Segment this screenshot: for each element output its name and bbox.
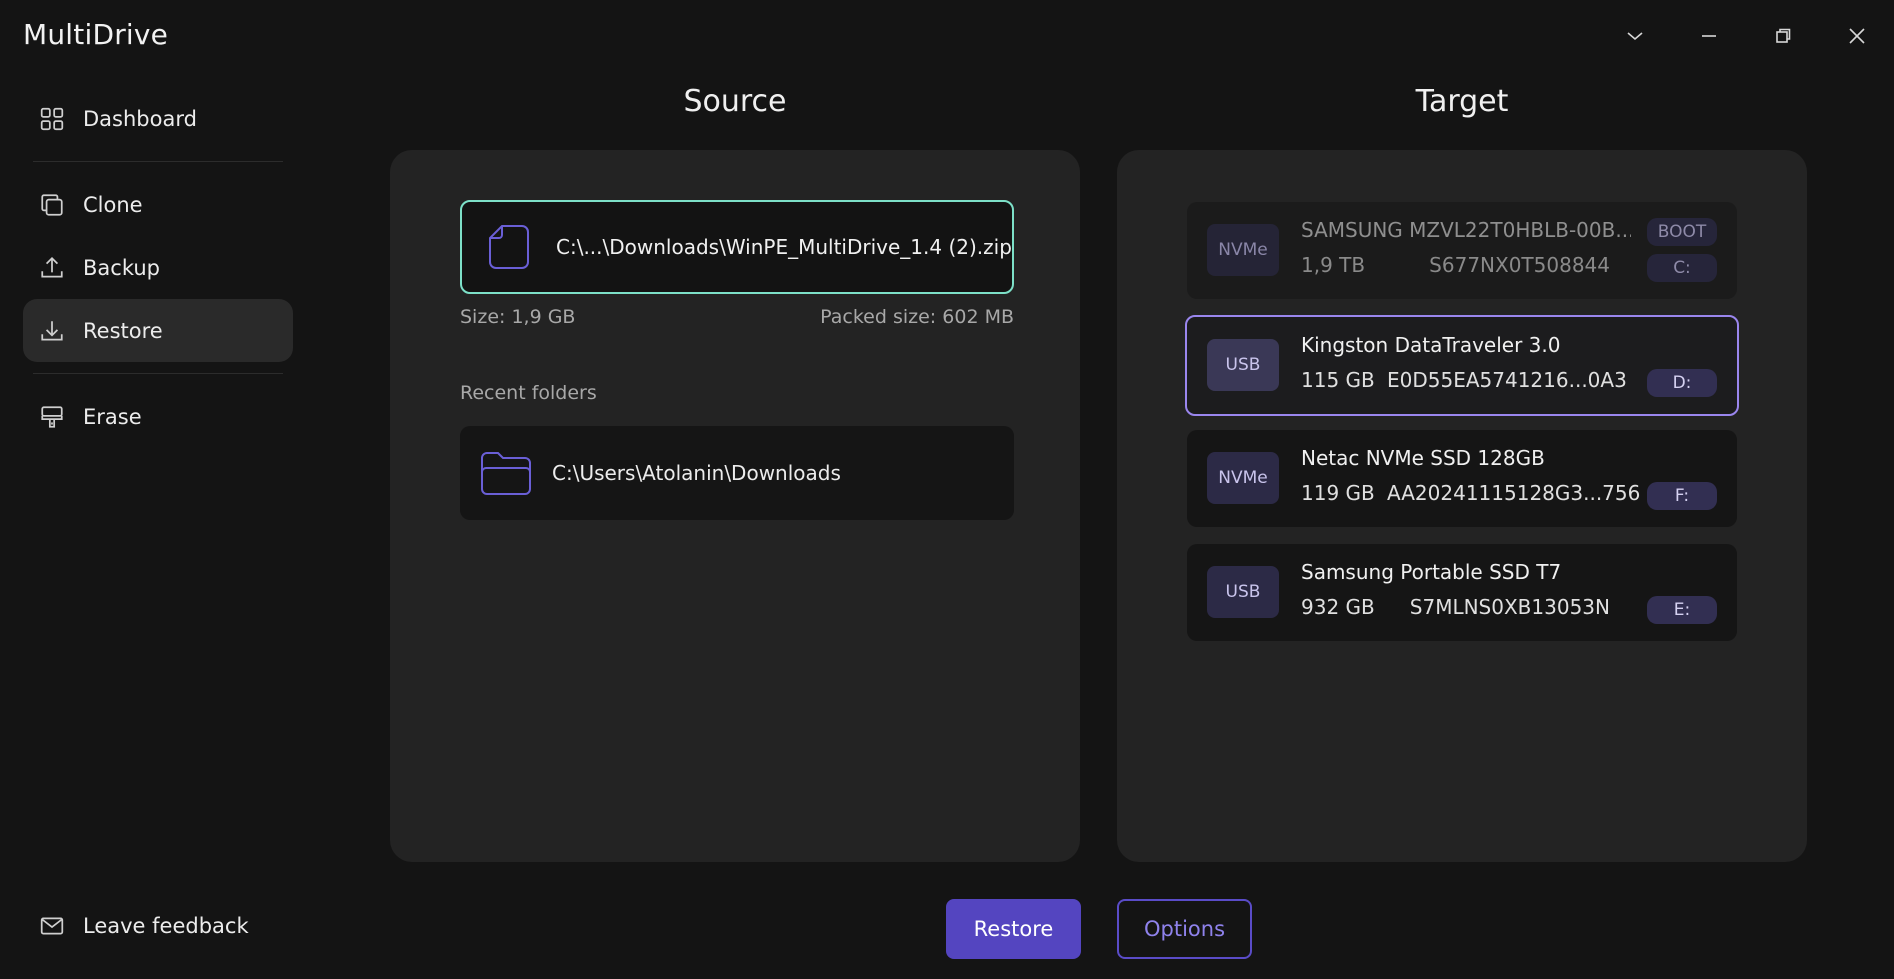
drive-capacity: 1,9 TB [1301, 253, 1366, 277]
options-button[interactable]: Options [1117, 899, 1252, 959]
sidebar-item-label: Backup [83, 255, 160, 280]
drive-type-badge: NVMe [1207, 452, 1279, 504]
sidebar-item-clone[interactable]: Clone [23, 173, 293, 236]
drive-capacity: 115 GB [1301, 368, 1375, 392]
divider [33, 373, 283, 374]
recent-folder-item[interactable]: C:\Users\Atolanin\Downloads [460, 426, 1014, 520]
minimize-button[interactable] [1672, 14, 1746, 58]
sidebar-item-label: Erase [83, 404, 142, 429]
size-label: Size: [460, 306, 506, 328]
source-file-path: C:\...\Downloads\WinPE_MultiDrive_1.4 (2… [556, 235, 1012, 259]
sidebar-item-label: Restore [83, 318, 163, 343]
drive-letter-badge: C: [1647, 254, 1717, 282]
drive-serial: E0D55EA5741216...0A3 [1387, 368, 1627, 392]
recent-folders-label: Recent folders [460, 382, 597, 404]
drive-type-badge: USB [1207, 566, 1279, 618]
app-title: MultiDrive [23, 18, 169, 51]
drive-item-samsung-t7-usb[interactable]: USB Samsung Portable SSD T7 932 GB S7MLN… [1187, 544, 1737, 641]
restore-window-icon [1776, 28, 1791, 43]
leave-feedback-button[interactable]: Leave feedback [23, 896, 293, 956]
drive-type-badge: NVMe [1207, 224, 1279, 276]
restore-button[interactable]: Restore [946, 899, 1081, 959]
drive-item-netac-nvme[interactable]: NVMe Netac NVMe SSD 128GB 119 GB AA20241… [1187, 430, 1737, 527]
source-panel: C:\...\Downloads\WinPE_MultiDrive_1.4 (2… [390, 150, 1080, 862]
drive-letter-badge: F: [1647, 482, 1717, 510]
source-file-selector[interactable]: C:\...\Downloads\WinPE_MultiDrive_1.4 (2… [460, 200, 1014, 294]
size-info-right: Packed size: 602 MB [820, 306, 1014, 328]
recent-folder-path: C:\Users\Atolanin\Downloads [552, 461, 841, 485]
drive-type-badge: USB [1207, 339, 1279, 391]
size-info: Size: 1,9 GB Packed size: 602 MB [460, 306, 1014, 328]
packed-size-label: Packed size: [820, 306, 937, 328]
sidebar-item-restore[interactable]: Restore [23, 299, 293, 362]
sidebar: Dashboard Clone Backup Restore Erase [23, 87, 293, 448]
size-value: 1,9 GB [511, 306, 576, 328]
drive-item-samsung-nvme[interactable]: NVMe SAMSUNG MZVL22T0HBLB-00B... 1,9 TB … [1187, 202, 1737, 299]
divider [33, 161, 283, 162]
drive-name: SAMSUNG MZVL22T0HBLB-00B... [1301, 218, 1631, 242]
dashboard-icon [40, 107, 64, 130]
drive-serial: S677NX0T508844 [1429, 253, 1610, 277]
download-icon [41, 320, 63, 341]
dropdown-button[interactable] [1598, 14, 1672, 58]
source-title: Source [683, 84, 787, 119]
drive-item-kingston-usb[interactable]: USB Kingston DataTraveler 3.0 115 GB E0D… [1185, 315, 1739, 416]
drive-capacity: 932 GB [1301, 595, 1375, 619]
drive-name: Kingston DataTraveler 3.0 [1301, 333, 1561, 357]
feedback-label: Leave feedback [83, 914, 249, 938]
chevron-down-icon [1627, 32, 1643, 41]
sidebar-item-erase[interactable]: Erase [23, 385, 293, 448]
sidebar-item-backup[interactable]: Backup [23, 236, 293, 299]
drive-name: Samsung Portable SSD T7 [1301, 560, 1562, 584]
size-info-left: Size: 1,9 GB [460, 306, 575, 328]
folder-icon [481, 452, 531, 495]
eraser-icon [41, 405, 63, 428]
drive-letter-badge: D: [1647, 369, 1717, 397]
drive-serial: S7MLNS0XB13053N [1409, 595, 1610, 619]
maximize-button[interactable] [1746, 14, 1820, 58]
sidebar-item-label: Clone [83, 192, 143, 217]
close-button[interactable] [1820, 14, 1894, 58]
drive-capacity: 119 GB [1301, 481, 1375, 505]
boot-badge: BOOT [1647, 218, 1717, 246]
upload-icon [41, 256, 63, 278]
clone-icon [41, 193, 63, 216]
sidebar-item-label: Dashboard [83, 106, 197, 131]
close-icon [1849, 28, 1865, 44]
drive-serial: AA20241115128G3...756 [1387, 481, 1641, 505]
target-panel: NVMe SAMSUNG MZVL22T0HBLB-00B... 1,9 TB … [1117, 150, 1807, 862]
target-title: Target [1415, 84, 1509, 119]
minimize-icon [1702, 35, 1716, 37]
file-icon [489, 225, 529, 269]
drive-name: Netac NVMe SSD 128GB [1301, 446, 1545, 470]
sidebar-item-dashboard[interactable]: Dashboard [23, 87, 293, 150]
mail-icon [40, 917, 64, 935]
packed-size-value: 602 MB [942, 306, 1014, 328]
window-controls [1598, 14, 1894, 58]
drive-letter-badge: E: [1647, 596, 1717, 624]
